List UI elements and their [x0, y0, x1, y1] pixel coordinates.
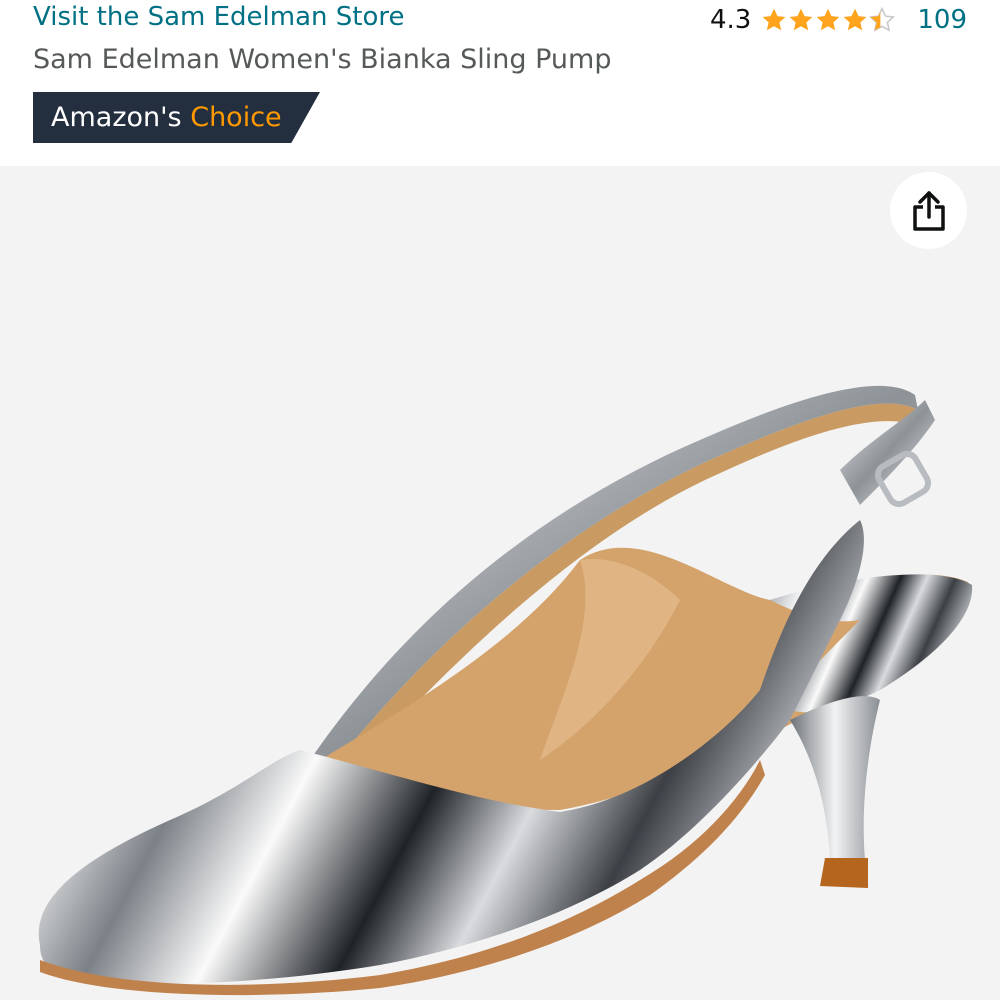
star-icon — [816, 8, 840, 31]
star-icon — [789, 8, 813, 31]
star-icon — [762, 8, 786, 31]
badge-prefix: Amazon's — [51, 102, 182, 133]
share-button[interactable] — [890, 172, 967, 249]
star-icon — [843, 8, 867, 31]
product-title: Sam Edelman Women's Bianka Sling Pump — [33, 44, 612, 75]
share-icon — [912, 190, 945, 231]
badge-highlight: Choice — [190, 102, 282, 133]
store-link[interactable]: Visit the Sam Edelman Store — [33, 2, 405, 32]
rating[interactable]: 4.3 109 — [710, 2, 967, 38]
rating-value: 4.3 — [710, 5, 752, 35]
star-half-icon — [869, 7, 896, 32]
kitten-heel — [790, 696, 880, 862]
product-image-shoe[interactable] — [0, 166, 1000, 1000]
product-image-area[interactable] — [0, 166, 1000, 1000]
heel-tip — [820, 858, 868, 888]
badge-label: Amazon's Choice — [51, 102, 282, 133]
amazons-choice-badge: Amazon's Choice — [33, 92, 320, 143]
product-header: Visit the Sam Edelman Store Sam Edelman … — [0, 0, 1000, 166]
star-rating — [761, 7, 896, 33]
rating-count-link[interactable]: 109 — [917, 5, 967, 35]
